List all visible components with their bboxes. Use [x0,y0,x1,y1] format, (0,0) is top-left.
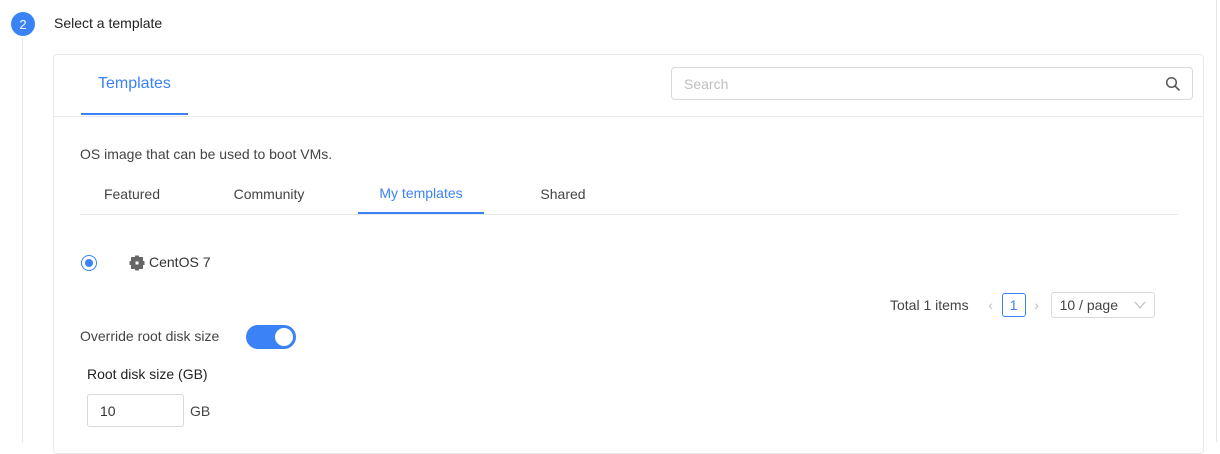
root-disk-size-label: Root disk size (GB) [87,366,208,382]
step-number-badge: 2 [11,12,35,36]
disk-unit-label: GB [190,403,211,419]
template-card: Templates OS image that can be used to b… [53,54,1204,454]
chevron-down-icon [1134,301,1146,309]
next-page-icon[interactable]: › [1029,297,1045,313]
page-size-select[interactable]: 10 / page [1050,292,1155,318]
override-disk-label: Override root disk size [80,328,220,344]
override-disk-toggle[interactable] [246,325,296,349]
step-connector-line [22,38,23,442]
search-box [671,67,1193,100]
tab-community[interactable]: Community [206,173,332,214]
search-input[interactable] [672,68,1192,99]
page-size-label: 10 / page [1059,297,1118,313]
template-name[interactable]: CentOS 7 [149,254,210,270]
tab-featured[interactable]: Featured [80,173,184,214]
tab-shared[interactable]: Shared [510,173,616,214]
template-radio-centos[interactable] [81,255,97,271]
radio-selected-dot [85,259,93,267]
toggle-knob [275,328,293,346]
centos-icon [129,255,145,271]
root-disk-size-input[interactable] [87,394,184,427]
pagination: Total 1 items ‹ 1 › 10 / page [890,292,1155,318]
step-title: Select a template [54,15,163,31]
page-number-button[interactable]: 1 [1001,293,1026,317]
prev-page-icon[interactable]: ‹ [983,297,999,313]
tab-my-templates[interactable]: My templates [358,173,484,214]
template-description: OS image that can be used to boot VMs. [80,146,333,162]
pagination-total: Total 1 items [890,297,969,313]
right-divider [1216,0,1217,442]
card-header: Templates [54,55,1203,117]
template-category-tabs: Featured Community My templates Shared [80,173,1178,215]
search-icon[interactable] [1165,76,1181,92]
tab-templates[interactable]: Templates [81,55,188,115]
